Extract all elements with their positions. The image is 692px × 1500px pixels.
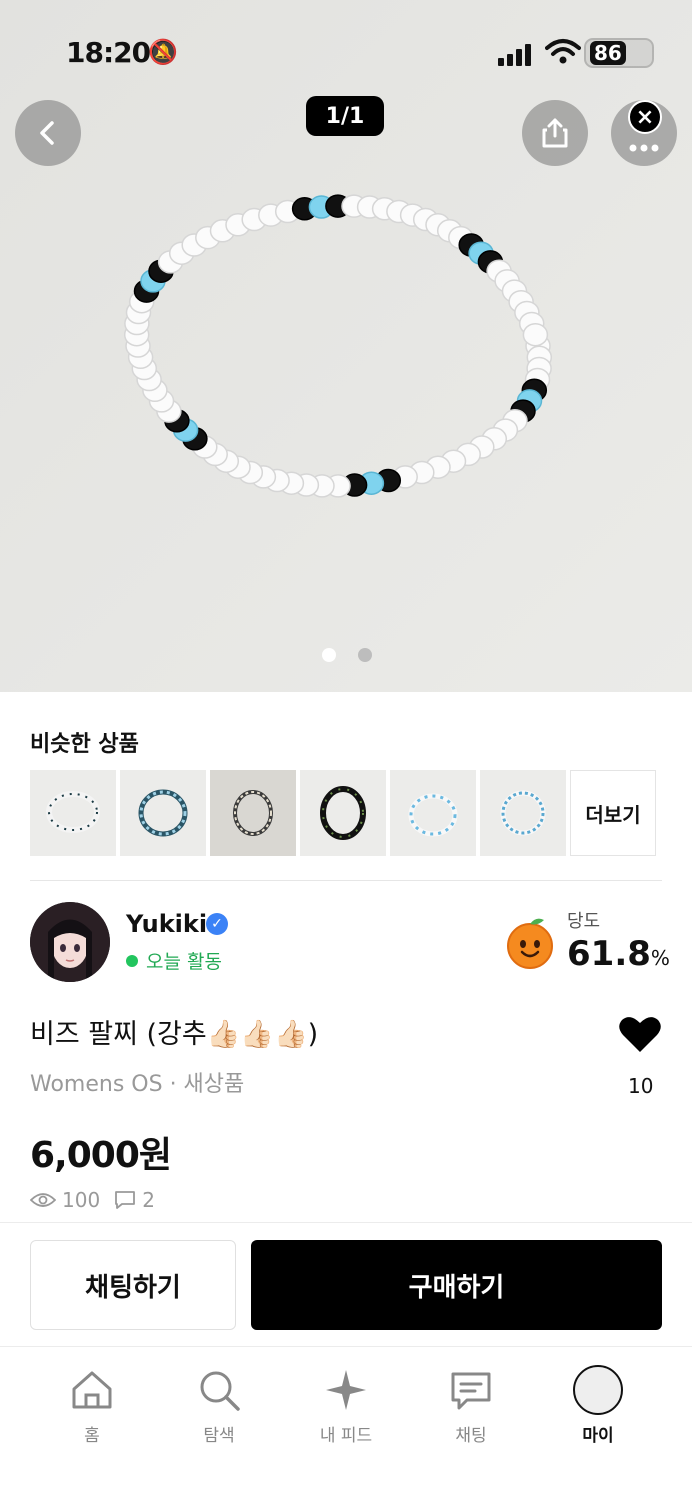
active-status-dot [126, 955, 138, 967]
image-pagination [322, 648, 372, 662]
status-time: 18:20 [66, 36, 151, 69]
sweetness-unit: % [650, 946, 670, 970]
eye-icon [30, 1193, 56, 1207]
product-stats: 100 2 [30, 1188, 155, 1212]
profile-icon [573, 1365, 623, 1415]
bracelet-thumb [233, 790, 273, 836]
activity-status: 오늘 활동 [146, 951, 222, 973]
comment-icon [115, 1191, 136, 1209]
similar-product-thumb[interactable] [390, 770, 476, 856]
divider [30, 880, 662, 881]
tab-explore-label: 탐색 [203, 1426, 235, 1446]
divider [0, 1222, 692, 1223]
similar-product-thumb[interactable] [30, 770, 116, 856]
like-count: 10 [628, 1074, 654, 1098]
anime-avatar-image [30, 902, 110, 982]
bead [522, 322, 549, 347]
share-button[interactable] [522, 100, 588, 166]
tab-chat[interactable]: 채팅 [421, 1365, 521, 1446]
product-image[interactable]: 18:20 🔕 86 1/1 × [0, 0, 692, 692]
image-counter: 1/1 [306, 96, 384, 136]
product-price: 6,000원 [30, 1135, 172, 1176]
signal-icon [498, 44, 531, 66]
view-count: 100 [62, 1188, 101, 1212]
status-bar: 18:20 🔕 86 [0, 36, 692, 72]
close-icon[interactable]: × [628, 100, 662, 134]
bracelet-thumb [320, 786, 366, 840]
similar-more-button[interactable]: 더보기 [570, 770, 656, 856]
tab-home[interactable]: 홈 [42, 1365, 142, 1446]
bracelet-thumb [408, 793, 458, 837]
pagination-dot [322, 648, 336, 662]
similar-product-thumb[interactable] [300, 770, 386, 856]
similar-products-list: 더보기 [30, 770, 656, 856]
similar-products-title: 비슷한 상품 [30, 732, 139, 757]
mute-bell-icon: 🔕 [148, 38, 178, 66]
verified-badge-icon: ✓ [206, 913, 228, 935]
heart-icon[interactable] [618, 1014, 662, 1054]
chevron-left-icon [40, 121, 54, 145]
pagination-dot [358, 648, 372, 662]
tab-feed[interactable]: 내 피드 [296, 1365, 396, 1446]
similar-product-thumb[interactable] [480, 770, 566, 856]
orange-mascot-icon [507, 918, 553, 969]
battery-icon: 86 [584, 38, 654, 68]
buy-button[interactable]: 구매하기 [251, 1240, 662, 1330]
bottom-tab-bar: 홈 탐색 내 피드 채팅 마이 [0, 1346, 692, 1500]
product-title: 비즈 팔찌 (강추👍🏻👍🏻👍🏻) [30, 1019, 319, 1050]
share-icon [542, 118, 568, 148]
tab-chat-label: 채팅 [455, 1426, 487, 1446]
tab-feed-label: 내 피드 [319, 1426, 373, 1446]
bracelet-thumb [500, 790, 546, 836]
bracelet-thumb [138, 789, 188, 837]
sweetness-score: 61.8% [567, 934, 670, 974]
back-button[interactable] [15, 100, 81, 166]
more-dots-icon [629, 144, 659, 152]
comment-count: 2 [142, 1188, 155, 1212]
product-meta: Womens OS · 새상품 [30, 1072, 245, 1097]
similar-product-thumb[interactable] [210, 770, 296, 856]
chat-icon [451, 1372, 491, 1410]
tab-home-label: 홈 [84, 1426, 100, 1446]
sparkle-icon [326, 1370, 366, 1410]
tab-my[interactable]: 마이 [548, 1365, 648, 1446]
similar-product-thumb[interactable] [120, 770, 206, 856]
tab-explore[interactable]: 탐색 [169, 1365, 269, 1446]
wifi-icon [545, 39, 581, 64]
bracelet-thumb [46, 791, 100, 833]
sweetness-label: 당도 [567, 911, 601, 932]
tab-my-label: 마이 [582, 1426, 614, 1446]
seller-avatar[interactable] [30, 902, 110, 982]
home-icon [72, 1371, 112, 1409]
seller-name[interactable]: Yukiki [126, 910, 207, 938]
battery-level: 86 [590, 41, 626, 65]
search-icon [200, 1371, 240, 1411]
chat-button[interactable]: 채팅하기 [30, 1240, 236, 1330]
sweetness-value: 61.8 [567, 934, 651, 974]
